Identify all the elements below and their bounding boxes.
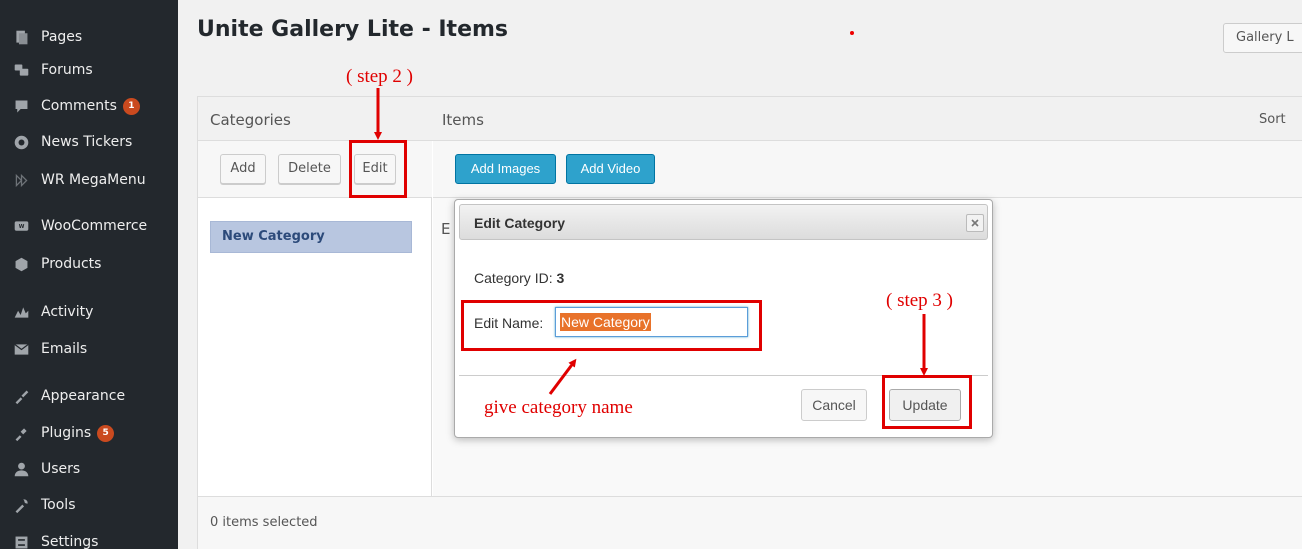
sidebar-item-label: Settings [41,534,99,549]
admin-sidebar: Pages Forums Comments 1 News Tickers WR … [0,0,178,549]
page-title: Unite Gallery Lite - Items [197,17,509,42]
sidebar-item-label: Appearance [41,388,126,404]
comments-count-badge: 1 [122,97,140,115]
appearance-icon [11,386,31,406]
sidebar-item-plugins[interactable]: Plugins 5 [0,418,178,448]
items-empty-text: E [441,220,451,238]
edit-name-selected-text: New Category [560,313,651,331]
edit-name-label: Edit Name: [474,315,544,331]
tools-icon [11,495,31,515]
gallery-button[interactable]: Gallery L [1223,23,1302,53]
category-id-value: 3 [556,270,565,286]
products-icon [11,254,31,274]
sidebar-item-news-tickers[interactable]: News Tickers [0,127,178,157]
sidebar-item-comments[interactable]: Comments 1 [0,91,178,121]
red-dot-mark [850,31,854,35]
pages-icon [11,27,31,47]
category-id-line: Category ID: 3 [474,270,564,286]
forums-icon [11,60,31,80]
sidebar-item-products[interactable]: Products [0,249,178,279]
sidebar-item-label: Emails [41,341,88,357]
comments-icon [11,96,31,116]
sidebar-item-label: Plugins [41,425,92,441]
sidebar-item-label: Activity [41,304,94,320]
users-icon [11,459,31,479]
selection-status: 0 items selected [210,515,318,530]
add-video-button[interactable]: Add Video [566,154,655,184]
edit-category-button[interactable]: Edit [354,154,396,184]
sidebar-item-label: WR MegaMenu [41,172,146,188]
add-images-button[interactable]: Add Images [455,154,556,184]
sidebar-item-pages[interactable]: Pages [0,22,178,52]
categories-column: Add Delete Edit New Category [198,141,432,496]
plugins-icon [11,423,31,443]
cancel-button[interactable]: Cancel [801,389,867,421]
categories-toolbar: Add Delete Edit [198,141,432,198]
sidebar-item-label: News Tickers [41,134,133,150]
sidebar-item-emails[interactable]: Emails [0,334,178,364]
dialog-title: Edit Category [474,215,566,231]
sidebar-item-label: Forums [41,62,93,78]
sidebar-item-appearance[interactable]: Appearance [0,381,178,411]
items-toolbar: Add Images Add Video [433,141,1302,198]
sidebar-item-settings[interactable]: Settings [0,527,178,549]
dialog-divider [459,375,988,376]
sidebar-item-wr-megamenu[interactable]: WR MegaMenu [0,165,178,195]
category-item[interactable]: New Category [210,221,412,253]
sidebar-item-woocommerce[interactable]: W WooCommerce [0,211,178,241]
sidebar-item-forums[interactable]: Forums [0,55,178,85]
panel-footer: 0 items selected [198,496,1302,549]
close-icon[interactable] [966,214,984,232]
panel-header: Categories Items Sort [198,97,1302,141]
update-button[interactable]: Update [889,389,961,421]
edit-name-input[interactable]: New Category [555,307,748,337]
sidebar-item-label: Products [41,256,102,272]
sidebar-item-activity[interactable]: Activity [0,297,178,327]
sort-label[interactable]: Sort [1259,112,1286,127]
category-id-label: Category ID: [474,270,553,286]
categories-title: Categories [210,111,291,129]
news-tickers-icon [11,132,31,152]
sidebar-item-tools[interactable]: Tools [0,490,178,520]
settings-icon [11,532,31,549]
sidebar-item-label: WooCommerce [41,218,148,234]
emails-icon [11,339,31,359]
activity-icon [11,302,31,322]
sidebar-item-label: Tools [41,497,76,513]
svg-text:W: W [18,224,24,230]
sidebar-item-label: Pages [41,29,83,45]
sidebar-item-users[interactable]: Users [0,454,178,484]
plugins-count-badge: 5 [97,424,115,442]
items-title: Items [442,111,484,129]
edit-category-dialog: Edit Category Category ID: 3 Edit Name: … [454,199,993,438]
sidebar-item-label: Users [41,461,81,477]
delete-category-button[interactable]: Delete [278,154,341,184]
megamenu-icon [11,170,31,190]
add-category-button[interactable]: Add [220,154,266,184]
sidebar-item-label: Comments [41,98,117,114]
woocommerce-icon: W [11,216,31,236]
dialog-titlebar[interactable]: Edit Category [459,204,988,240]
